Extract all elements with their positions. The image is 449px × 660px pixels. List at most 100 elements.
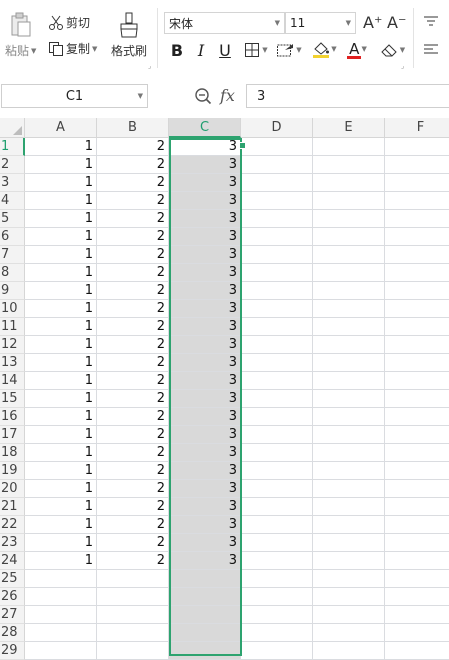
row-header[interactable]: 17 — [0, 426, 25, 444]
cell-c10[interactable]: 3 — [169, 300, 241, 318]
cell-a2[interactable]: 1 — [25, 156, 97, 174]
row-header[interactable]: 10 — [0, 300, 25, 318]
cell-c22[interactable]: 3 — [169, 516, 241, 534]
cell-b19[interactable]: 2 — [97, 462, 169, 480]
cell-c18[interactable]: 3 — [169, 444, 241, 462]
cell-d27[interactable] — [241, 606, 313, 624]
cell-b1[interactable]: 2 — [97, 138, 169, 156]
cell-f7[interactable] — [385, 246, 449, 264]
row-header[interactable]: 23 — [0, 534, 25, 552]
cell-c25[interactable] — [169, 570, 241, 588]
cell-e25[interactable] — [313, 570, 385, 588]
row-header[interactable]: 14 — [0, 372, 25, 390]
cell-c1[interactable]: 3 — [169, 138, 241, 156]
clear-format-button[interactable]: ▼ — [378, 40, 408, 60]
cell-a21[interactable]: 1 — [25, 498, 97, 516]
cell-d29[interactable] — [241, 642, 313, 660]
cell-b23[interactable]: 2 — [97, 534, 169, 552]
row-header[interactable]: 8 — [0, 264, 25, 282]
cell-d16[interactable] — [241, 408, 313, 426]
cell-b26[interactable] — [97, 588, 169, 606]
cell-c3[interactable]: 3 — [169, 174, 241, 192]
column-header-d[interactable]: D — [241, 118, 313, 138]
cell-a27[interactable] — [25, 606, 97, 624]
row-header[interactable]: 6 — [0, 228, 25, 246]
cell-a26[interactable] — [25, 588, 97, 606]
cell-a17[interactable]: 1 — [25, 426, 97, 444]
cell-e28[interactable] — [313, 624, 385, 642]
cell-a25[interactable] — [25, 570, 97, 588]
cell-e18[interactable] — [313, 444, 385, 462]
cell-d2[interactable] — [241, 156, 313, 174]
cell-f26[interactable] — [385, 588, 449, 606]
group-launcher-icon[interactable]: ⌟ — [401, 62, 404, 70]
cell-d8[interactable] — [241, 264, 313, 282]
cell-c27[interactable] — [169, 606, 241, 624]
cell-f22[interactable] — [385, 516, 449, 534]
row-header[interactable]: 3 — [0, 174, 25, 192]
cell-c12[interactable]: 3 — [169, 336, 241, 354]
cell-b12[interactable]: 2 — [97, 336, 169, 354]
cell-b16[interactable]: 2 — [97, 408, 169, 426]
cell-a11[interactable]: 1 — [25, 318, 97, 336]
row-header[interactable]: 7 — [0, 246, 25, 264]
cell-b17[interactable]: 2 — [97, 426, 169, 444]
cell-e7[interactable] — [313, 246, 385, 264]
cell-f2[interactable] — [385, 156, 449, 174]
cell-b21[interactable]: 2 — [97, 498, 169, 516]
cell-d3[interactable] — [241, 174, 313, 192]
cell-b15[interactable]: 2 — [97, 390, 169, 408]
cell-e24[interactable] — [313, 552, 385, 570]
cut-button[interactable]: 剪切 — [48, 14, 90, 31]
cell-b11[interactable]: 2 — [97, 318, 169, 336]
cell-a14[interactable]: 1 — [25, 372, 97, 390]
cell-b10[interactable]: 2 — [97, 300, 169, 318]
row-header[interactable]: 11 — [0, 318, 25, 336]
cell-e12[interactable] — [313, 336, 385, 354]
cell-c2[interactable]: 3 — [169, 156, 241, 174]
cell-f1[interactable] — [385, 138, 449, 156]
format-painter-button[interactable]: 格式刷 — [111, 12, 147, 59]
align-top-button[interactable] — [421, 12, 441, 32]
cell-f9[interactable] — [385, 282, 449, 300]
cell-d17[interactable] — [241, 426, 313, 444]
cell-a6[interactable]: 1 — [25, 228, 97, 246]
cell-f20[interactable] — [385, 480, 449, 498]
row-header[interactable]: 27 — [0, 606, 25, 624]
cell-f10[interactable] — [385, 300, 449, 318]
cell-a13[interactable]: 1 — [25, 354, 97, 372]
cell-a1[interactable]: 1 — [25, 138, 97, 156]
cell-b13[interactable]: 2 — [97, 354, 169, 372]
cell-b6[interactable]: 2 — [97, 228, 169, 246]
column-header-b[interactable]: B — [97, 118, 169, 138]
cell-e4[interactable] — [313, 192, 385, 210]
row-header[interactable]: 29 — [0, 642, 25, 660]
paste-button[interactable]: 粘贴 ▼ — [5, 12, 36, 59]
name-box[interactable]: C1 ▼ — [1, 84, 148, 108]
cell-c28[interactable] — [169, 624, 241, 642]
cell-e2[interactable] — [313, 156, 385, 174]
row-header[interactable]: 28 — [0, 624, 25, 642]
row-header[interactable]: 16 — [0, 408, 25, 426]
row-header[interactable]: 13 — [0, 354, 25, 372]
cell-e19[interactable] — [313, 462, 385, 480]
row-header[interactable]: 1 — [0, 138, 25, 156]
cell-c11[interactable]: 3 — [169, 318, 241, 336]
cell-b27[interactable] — [97, 606, 169, 624]
cell-d18[interactable] — [241, 444, 313, 462]
cell-d24[interactable] — [241, 552, 313, 570]
cell-a28[interactable] — [25, 624, 97, 642]
bold-button[interactable]: B — [167, 40, 187, 60]
cell-e16[interactable] — [313, 408, 385, 426]
align-left-button[interactable] — [421, 40, 441, 60]
cell-f18[interactable] — [385, 444, 449, 462]
cell-c20[interactable]: 3 — [169, 480, 241, 498]
cell-b14[interactable]: 2 — [97, 372, 169, 390]
cell-d1[interactable] — [241, 138, 313, 156]
cell-a7[interactable]: 1 — [25, 246, 97, 264]
cell-c17[interactable]: 3 — [169, 426, 241, 444]
cell-a24[interactable]: 1 — [25, 552, 97, 570]
cell-a20[interactable]: 1 — [25, 480, 97, 498]
cell-e13[interactable] — [313, 354, 385, 372]
cell-e29[interactable] — [313, 642, 385, 660]
